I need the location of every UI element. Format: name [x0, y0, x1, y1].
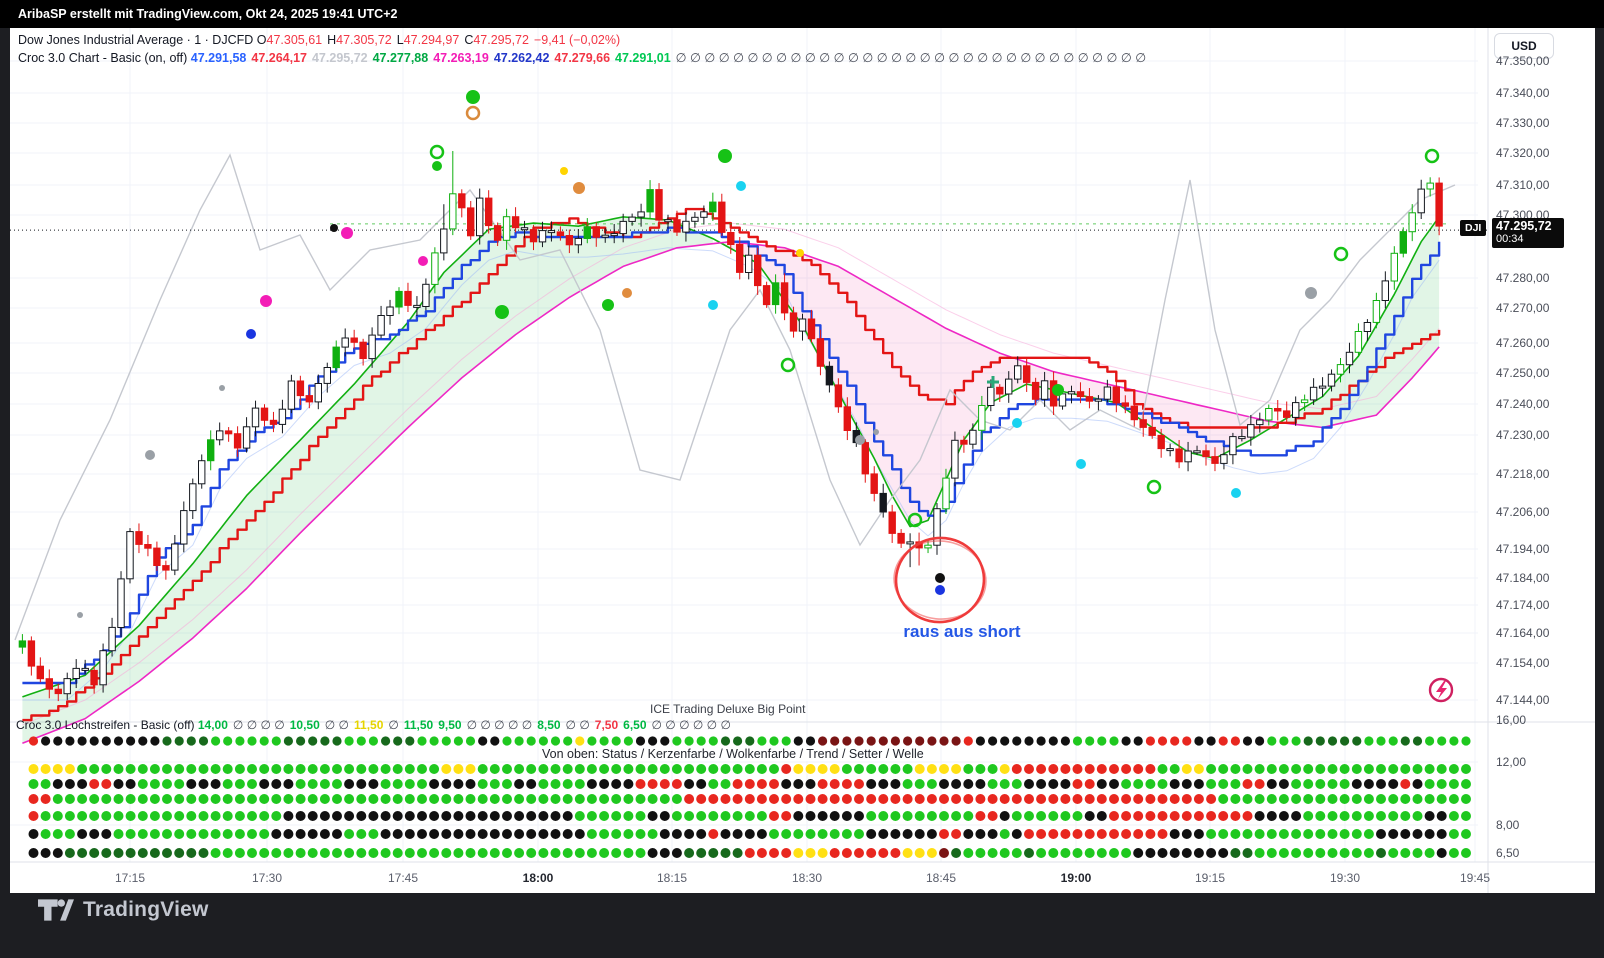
lochstreifen-value: 6,50 — [623, 718, 646, 732]
lower-axis-label: 8,00 — [1496, 817, 1519, 833]
price-axis-label: 47.280,00 — [1496, 270, 1549, 286]
price-axis-label: 47.218,00 — [1496, 466, 1549, 482]
lochstreifen-title: Croc 3.0 Lochstreifen - Basic (off) — [16, 718, 195, 732]
croc-value: 47.262,42 — [494, 51, 550, 65]
croc-value: 47.277,88 — [373, 51, 429, 65]
time-axis-label: 19:30 — [1313, 870, 1377, 886]
ohlc-token: L47.294,97 — [397, 33, 460, 47]
croc-chart-title: Croc 3.0 Chart - Basic (on, off) — [18, 51, 187, 65]
overlay-lines — [10, 155, 1488, 743]
croc-value: 47.291,01 — [615, 51, 671, 65]
time-axis-label: 19:00 — [1044, 870, 1108, 886]
time-axis-label: 17:45 — [371, 870, 435, 886]
last-price: 47.295,72 — [1496, 220, 1560, 233]
chart-canvas[interactable] — [10, 28, 1595, 893]
lochstreifen-value: ∅ ∅ — [325, 718, 349, 732]
ice-trading-label: ICE Trading Deluxe Big Point — [650, 702, 805, 716]
lower-axis-label: 12,00 — [1496, 754, 1526, 770]
time-axis-label: 17:15 — [98, 870, 162, 886]
lochstreifen-value: 14,00 — [198, 718, 228, 732]
price-axis-label: 47.164,00 — [1496, 625, 1549, 641]
lochstreifen-value: ∅ ∅ ∅ ∅ — [233, 718, 285, 732]
price-axis-label: 47.260,00 — [1496, 335, 1549, 351]
price-axis-label: 47.240,00 — [1496, 396, 1549, 412]
price-axis-label: 47.340,00 — [1496, 85, 1549, 101]
croc-value: 47.295,72 — [312, 51, 368, 65]
lochstreifen-legend[interactable]: Croc 3.0 Lochstreifen - Basic (off) 14,0… — [16, 718, 736, 732]
screen: AribaSP erstellt mit TradingView.com, Ok… — [0, 0, 1604, 958]
lochstreifen-value: 10,50 — [290, 718, 320, 732]
croc-chart-legend[interactable]: Croc 3.0 Chart - Basic (on, off) 47.291,… — [18, 50, 1146, 65]
price-axis-label: 47.310,00 — [1496, 177, 1549, 193]
croc-value: 47.263,19 — [433, 51, 489, 65]
lochstreifen-value: 8,50 — [537, 718, 560, 732]
ohlc-token: C47.295,72 — [464, 33, 529, 47]
lochstreifen-value: 9,50 — [438, 718, 461, 732]
price-axis-label: 47.184,00 — [1496, 570, 1549, 586]
time-axis-label: 17:30 — [235, 870, 299, 886]
top-bar-text: AribaSP erstellt mit TradingView.com, Ok… — [18, 7, 397, 21]
lower-axis-label: 6,50 — [1496, 845, 1519, 861]
symbol-legend[interactable]: Dow Jones Industrial Average · 1 · DJCFD… — [18, 33, 625, 47]
bar-countdown: 00:34 — [1496, 233, 1560, 246]
price-axis-label: 47.270,00 — [1496, 300, 1549, 316]
lochstreifen-value: 11,50 — [404, 718, 433, 732]
lochstreifen-value: ∅ ∅ — [566, 718, 590, 732]
time-axis-label: 18:00 — [506, 870, 570, 886]
ohlc-token: −9,41 (−0,02%) — [534, 33, 620, 47]
croc-value: 47.264,17 — [251, 51, 307, 65]
tradingview-brand-text: TradingView — [83, 898, 209, 922]
lochstreifen-value: 7,50 — [595, 718, 618, 732]
time-axis-label: 18:45 — [909, 870, 973, 886]
croc-chart-values: 47.291,58 47.264,17 47.295,72 47.277,88 47.2… — [191, 51, 1146, 65]
price-axis-label: 47.194,00 — [1496, 541, 1549, 557]
replay-flash-button[interactable] — [1430, 679, 1452, 701]
price-axis-label: 47.350,00 — [1496, 53, 1549, 69]
lochstreifen-value: 11,50 — [354, 718, 383, 732]
price-axis-label: 47.154,00 — [1496, 655, 1549, 671]
price-axis-label: 47.320,00 — [1496, 145, 1549, 161]
dji-symbol-chip: DJI — [1460, 220, 1486, 236]
price-axis-label: 47.250,00 — [1496, 365, 1549, 381]
annotation-text: raus aus short — [876, 622, 1048, 642]
ohlc-token: O47.305,61 — [257, 33, 322, 47]
ohlc-token: H47.305,72 — [327, 33, 392, 47]
grid-lines — [10, 28, 1595, 893]
croc-zeros: ∅ ∅ ∅ ∅ ∅ ∅ ∅ ∅ ∅ ∅ ∅ ∅ ∅ ∅ ∅ ∅ ∅ ∅ ∅ ∅ … — [676, 51, 1146, 65]
lochstreifen-values: 14,00 ∅ ∅ ∅ ∅ 10,50 ∅ ∅ 11,50 ∅ 11,50 9,50 ∅ ∅ ∅… — [198, 718, 736, 732]
tradingview-footer-logo[interactable]: TradingView — [38, 898, 209, 922]
croc-value: 47.291,58 — [191, 51, 247, 65]
von-oben-label: Von oben: Status / Kerzenfarbe / Wolkenf… — [539, 747, 927, 761]
lochstreifen-value: ∅ ∅ ∅ ∅ ∅ — [467, 718, 533, 732]
lochstreifen-value: ∅ — [388, 718, 398, 732]
time-axis-label: 19:45 — [1443, 870, 1507, 886]
price-axis-label: 47.206,00 — [1496, 504, 1549, 520]
price-axis-label: 47.174,00 — [1496, 597, 1549, 613]
symbol-title: Dow Jones Industrial Average · 1 · DJCFD — [18, 33, 253, 47]
tradingview-mark-icon — [38, 898, 74, 922]
price-axis-label: 47.330,00 — [1496, 115, 1549, 131]
price-axis-label: 47.144,00 — [1496, 692, 1549, 708]
time-axis-label: 18:15 — [640, 870, 704, 886]
top-status-bar: AribaSP erstellt mit TradingView.com, Ok… — [0, 0, 1604, 28]
croc-value: 47.279,66 — [554, 51, 610, 65]
cloud-fill — [22, 217, 1439, 743]
lochstreifen-value: ∅ ∅ ∅ ∅ ∅ ∅ — [652, 718, 731, 732]
last-price-tag: 47.295,72 00:34 — [1492, 218, 1564, 248]
price-axis-label: 47.230,00 — [1496, 427, 1549, 443]
time-axis-label: 19:15 — [1178, 870, 1242, 886]
time-axis-label: 18:30 — [775, 870, 839, 886]
lower-axis-label: 16,00 — [1496, 712, 1526, 728]
ohlc-values: O47.305,61 H47.305,72 L47.294,97 C47.295,72… — [257, 33, 625, 47]
